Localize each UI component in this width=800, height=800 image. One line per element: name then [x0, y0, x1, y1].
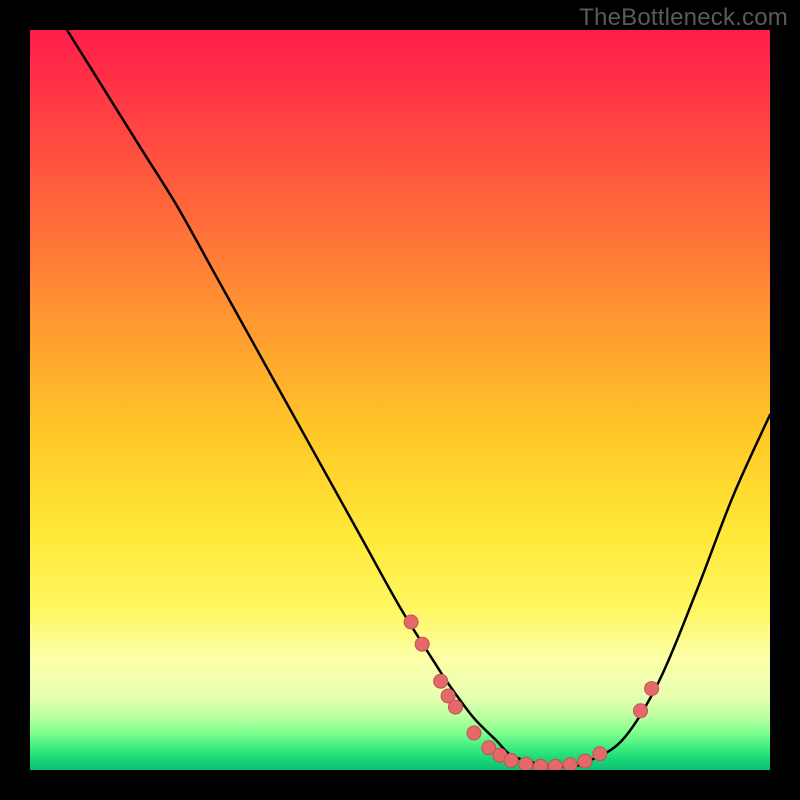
curve-marker [449, 700, 463, 714]
curve-marker [645, 682, 659, 696]
curve-marker [467, 726, 481, 740]
curve-marker [415, 637, 429, 651]
bottleneck-curve-svg [30, 30, 770, 770]
bottleneck-curve-path [67, 30, 770, 767]
curve-marker [634, 704, 648, 718]
watermark-text: TheBottleneck.com [579, 4, 788, 32]
curve-marker [534, 759, 548, 770]
curve-marker [404, 615, 418, 629]
curve-marker [434, 674, 448, 688]
curve-marker [519, 757, 533, 770]
curve-marker [563, 758, 577, 770]
curve-marker [578, 754, 592, 768]
curve-marker [548, 759, 562, 770]
chart-stage: TheBottleneck.com [0, 0, 800, 800]
curve-marker [504, 753, 518, 767]
curve-marker [593, 747, 607, 761]
marker-group [404, 615, 658, 770]
